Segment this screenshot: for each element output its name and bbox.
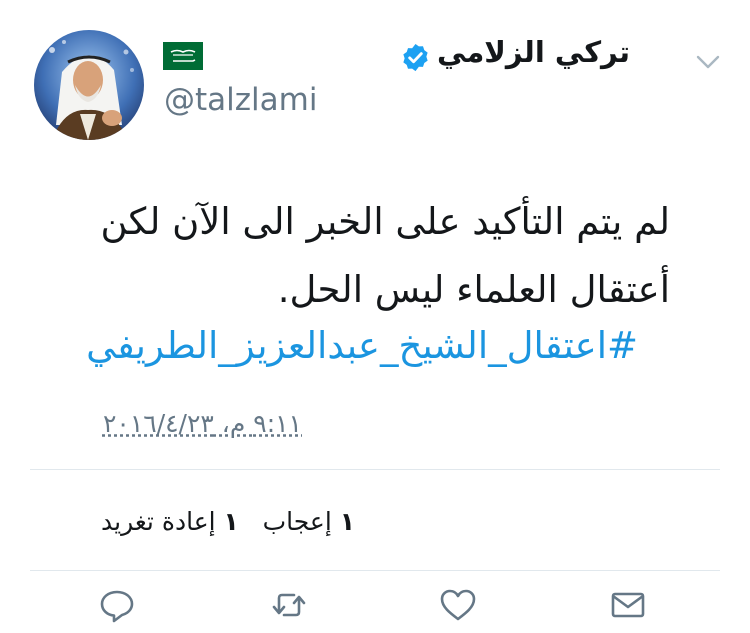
tweet-timestamp[interactable]: ٩:١١ م، ٢٠١٦/٤/٢٣ [30, 404, 302, 444]
retweet-icon[interactable] [269, 585, 309, 625]
direct-message-icon[interactable] [608, 585, 648, 625]
divider [30, 570, 720, 571]
hashtag-link[interactable]: #اعتقال_الشيخ_عبدالعزيز_الطريفي [30, 318, 638, 374]
retweet-count: ١ [223, 507, 239, 536]
reply-icon[interactable] [97, 585, 137, 625]
tweet-text: لم يتم التأكيد على الخبر الى الآن لكن أع… [30, 188, 670, 324]
retweet-stat[interactable]: ١ إعادة تغريد [101, 507, 239, 536]
saudi-flag-icon [163, 42, 203, 70]
divider [30, 469, 720, 470]
tweet-text-line: أعتقال العلماء ليس الحل. [277, 268, 670, 311]
like-count: ١ [339, 507, 355, 536]
chevron-down-icon[interactable] [693, 50, 723, 74]
display-name[interactable]: تركي الزلامي [325, 30, 630, 74]
like-stat[interactable]: ١ إعجاب [263, 507, 355, 536]
avatar[interactable] [34, 30, 144, 140]
user-handle[interactable]: @talzlami [164, 80, 317, 120]
tweet-text-line: لم يتم التأكيد على الخبر الى الآن لكن [100, 200, 670, 243]
like-icon[interactable] [438, 585, 478, 625]
like-label: إعجاب [262, 507, 332, 536]
tweet-stats: ١ إعجاب ١ إعادة تغريد [30, 500, 355, 544]
retweet-label: إعادة تغريد [101, 507, 216, 536]
